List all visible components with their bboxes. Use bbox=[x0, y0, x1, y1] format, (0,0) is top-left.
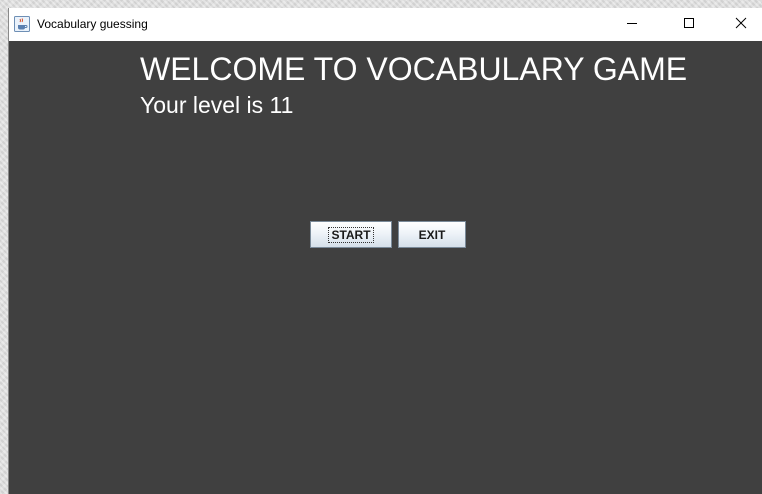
start-button-label: START bbox=[328, 226, 374, 243]
main-panel: WELCOME TO VOCABULARY GAME Your level is… bbox=[9, 41, 762, 494]
level-label: Your level is 11 bbox=[140, 92, 294, 118]
start-button[interactable]: START bbox=[310, 221, 392, 248]
close-icon bbox=[735, 16, 747, 34]
app-window: Vocabulary guessing WELCOME TO VOCABULAR… bbox=[8, 8, 762, 494]
minimize-button[interactable] bbox=[609, 8, 655, 41]
minimize-icon bbox=[626, 16, 638, 34]
close-button[interactable] bbox=[718, 8, 762, 41]
maximize-button[interactable] bbox=[666, 8, 712, 41]
maximize-icon bbox=[683, 16, 695, 34]
exit-button[interactable]: EXIT bbox=[398, 221, 466, 248]
window-title: Vocabulary guessing bbox=[37, 17, 148, 31]
title-bar[interactable]: Vocabulary guessing bbox=[9, 8, 762, 41]
welcome-heading: WELCOME TO VOCABULARY GAME bbox=[140, 51, 688, 87]
exit-button-label: EXIT bbox=[418, 227, 446, 242]
java-cup-icon bbox=[14, 16, 30, 32]
